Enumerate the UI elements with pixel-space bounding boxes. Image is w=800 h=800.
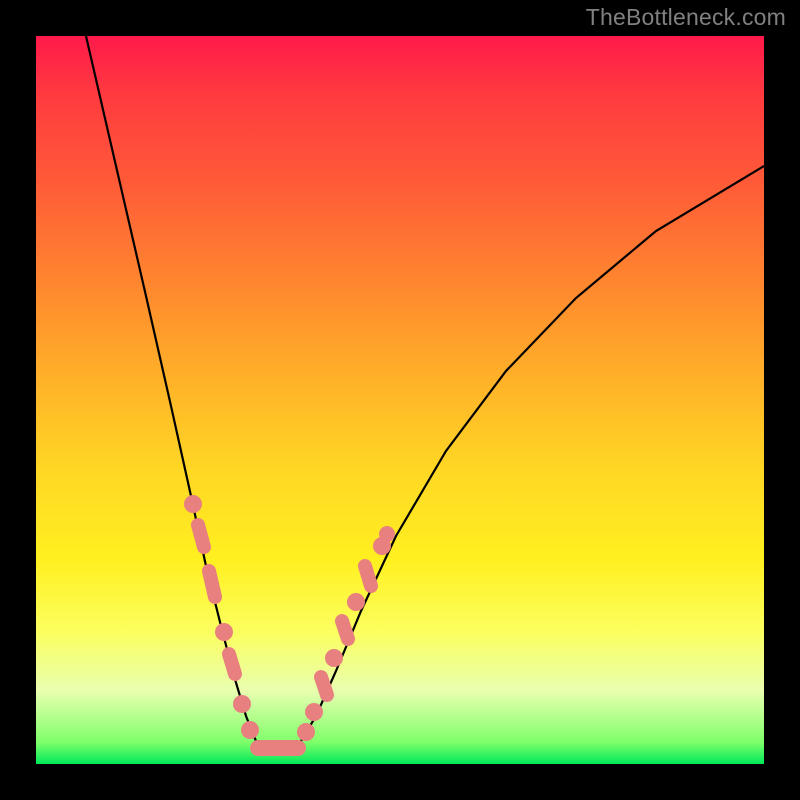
bead-dot — [325, 649, 343, 667]
watermark-text: TheBottleneck.com — [586, 4, 786, 31]
bead-cluster-left — [184, 495, 259, 739]
bead-capsule — [229, 654, 235, 674]
bead-dot — [184, 495, 202, 513]
chart-svg — [36, 36, 764, 764]
bead-dot — [215, 623, 233, 641]
bead-capsule — [209, 571, 215, 597]
chart-frame — [36, 36, 764, 764]
curve-left-branch — [86, 36, 258, 746]
bead-dot — [379, 526, 395, 542]
bead-dot — [241, 721, 259, 739]
bead-dot — [233, 695, 251, 713]
curve-right-branch — [298, 166, 764, 746]
bead-capsule — [365, 566, 371, 586]
bead-cluster-right — [297, 526, 395, 741]
bead-capsule — [198, 525, 204, 547]
bead-capsule — [321, 677, 327, 695]
bead-dot — [305, 703, 323, 721]
bead-dot — [297, 723, 315, 741]
bead-capsule — [342, 621, 348, 639]
bead-dot — [347, 593, 365, 611]
